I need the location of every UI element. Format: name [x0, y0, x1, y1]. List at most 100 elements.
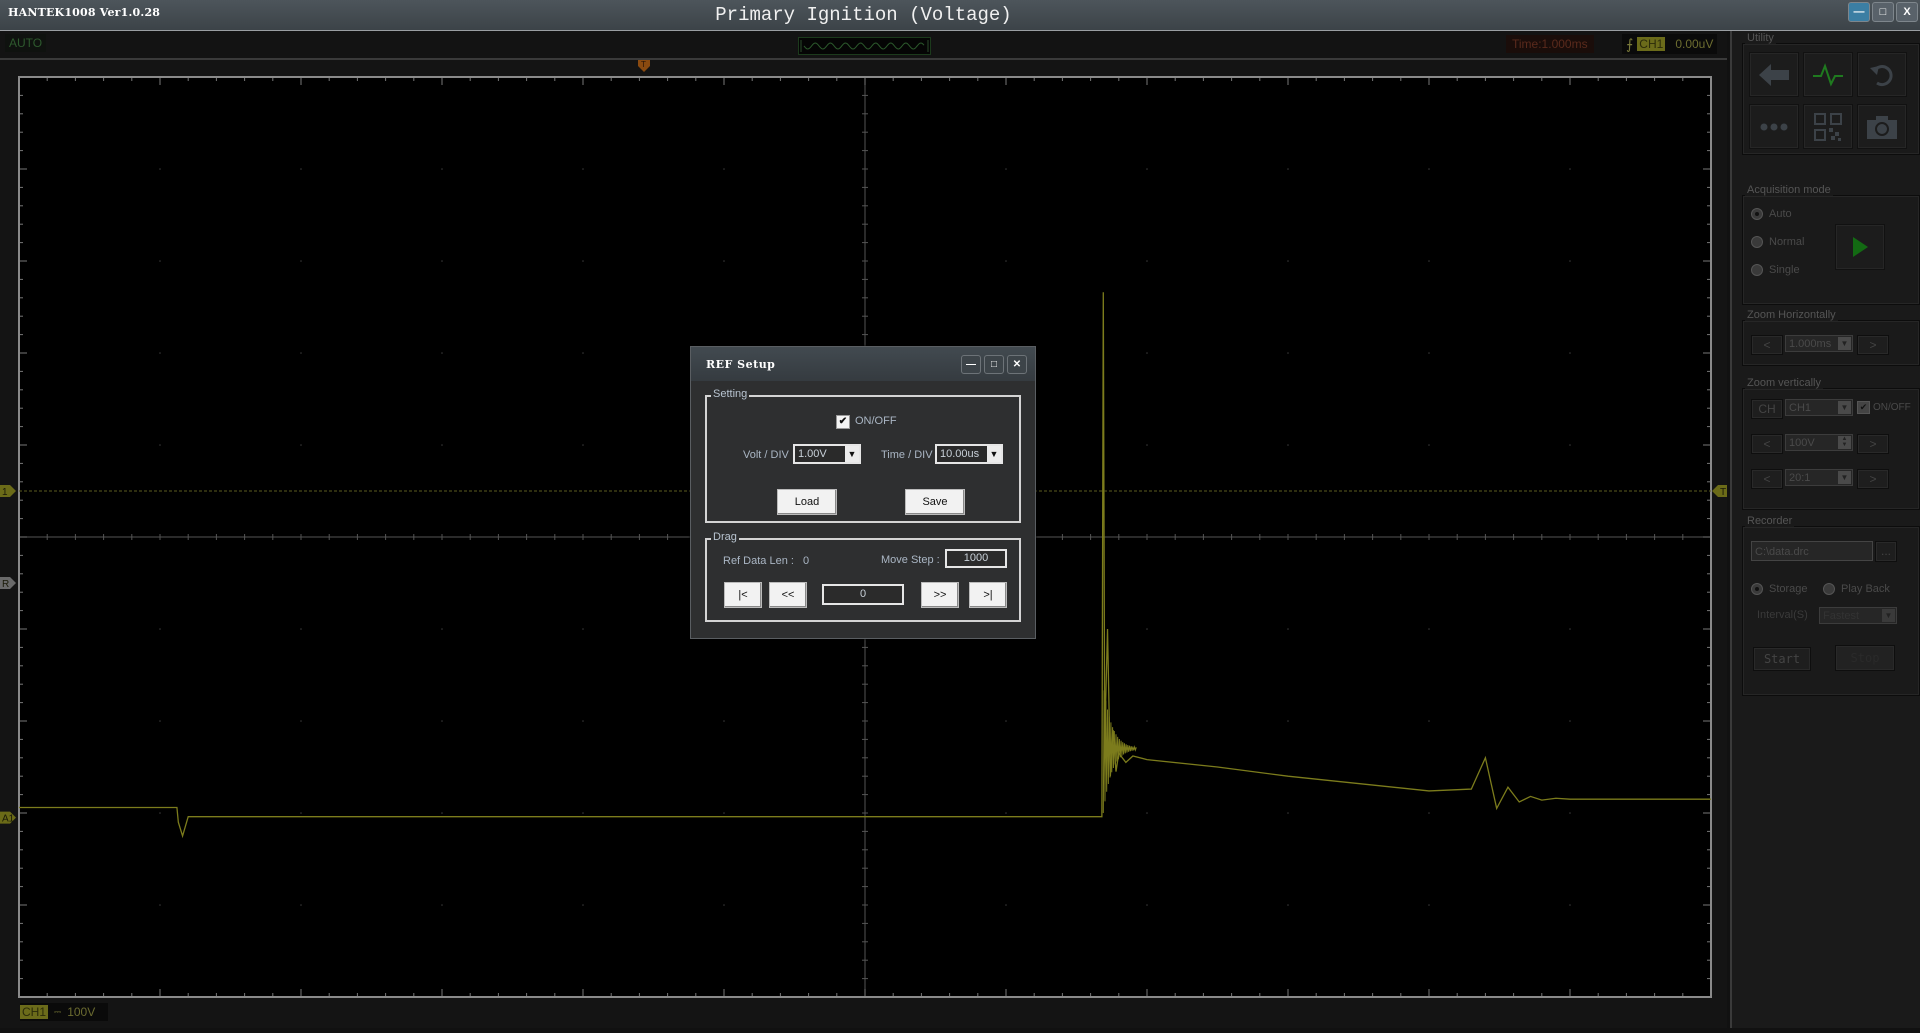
qr-code-icon: [1811, 112, 1845, 142]
waveform-button[interactable]: [1803, 52, 1853, 97]
next-button[interactable]: >>: [921, 582, 959, 608]
first-button[interactable]: |<: [724, 582, 762, 608]
grid-dot: [159, 352, 161, 354]
previous-button[interactable]: <<: [769, 582, 807, 608]
grid-dot: [1146, 720, 1148, 722]
record-start-button[interactable]: Start: [1753, 647, 1811, 671]
volts-increase-button[interactable]: >: [1857, 434, 1889, 454]
undo-button[interactable]: [1857, 52, 1907, 97]
grid-dot: [1005, 904, 1007, 906]
volts-per-div: 100V: [67, 1005, 95, 1019]
back-button[interactable]: [1749, 52, 1799, 97]
ref-setup-dialog: REF Setup — □ ✕ Setting ✔ ON/OFF Volt / …: [690, 346, 1036, 639]
grid-dot: [159, 812, 161, 814]
zoom-h-decrease-button[interactable]: <: [1751, 335, 1783, 355]
zoom-horizontal-title: Zoom Horizontally: [1745, 309, 1838, 321]
timebase-select[interactable]: 1.000ms▼: [1785, 335, 1853, 352]
load-button[interactable]: Load: [777, 489, 837, 515]
dialog-close-button[interactable]: ✕: [1007, 355, 1027, 374]
minimize-button[interactable]: —: [1848, 2, 1870, 22]
horizontal-position-indicator[interactable]: [798, 37, 931, 55]
radio-single[interactable]: [1751, 264, 1763, 276]
waveform-pulse-icon: [1811, 62, 1845, 88]
grid-dot: [1005, 168, 1007, 170]
ref-onoff-checkbox[interactable]: ✔: [836, 415, 850, 429]
browse-button[interactable]: ...: [1875, 541, 1897, 562]
trigger-position-marker: T: [638, 60, 650, 72]
radio-auto[interactable]: [1751, 208, 1763, 220]
volts-spinbox[interactable]: 100V▲▼: [1785, 434, 1853, 451]
grid-dot: [1428, 904, 1430, 906]
channel-button[interactable]: CH: [1751, 399, 1783, 419]
grid-dot: [300, 628, 302, 630]
zoom-h-increase-button[interactable]: >: [1857, 335, 1889, 355]
channel-onoff-toggle[interactable]: ✔ ON/OFF: [1857, 401, 1911, 414]
grid-dot: [1428, 444, 1430, 446]
acq-mode-single[interactable]: Single: [1751, 264, 1800, 276]
interval-label: Interval(S): [1757, 609, 1808, 621]
more-button[interactable]: [1749, 104, 1799, 149]
maximize-button[interactable]: □: [1872, 2, 1894, 22]
radio-storage[interactable]: [1751, 583, 1763, 595]
grid-dot: [1146, 628, 1148, 630]
run-button[interactable]: [1835, 224, 1885, 270]
ref-marker-label: R: [2, 579, 9, 590]
grid-dot: [723, 812, 725, 814]
grid-dot: [159, 904, 161, 906]
acq-mode-single-label: Single: [1769, 264, 1800, 276]
acq-mode-normal-label: Normal: [1769, 236, 1804, 248]
grid-dot: [582, 168, 584, 170]
dc-coupling-icon: ⎓: [54, 1007, 61, 1018]
acq-mode-auto[interactable]: Auto: [1751, 208, 1792, 220]
volt-div-value: 1.00V: [798, 448, 827, 460]
recorder-title: Recorder: [1745, 515, 1794, 527]
trigger-position-label: T: [641, 60, 646, 69]
screenshot-button[interactable]: [1857, 104, 1907, 149]
interval-select[interactable]: Fastest▼: [1819, 607, 1897, 624]
probe-ratio-select[interactable]: 20:1▼: [1785, 469, 1853, 486]
record-stop-button[interactable]: Stop: [1835, 645, 1895, 671]
utility-group: Utility: [1742, 43, 1920, 155]
grid-dot: [159, 168, 161, 170]
radio-playback[interactable]: [1823, 583, 1835, 595]
probe-increase-button[interactable]: >: [1857, 469, 1889, 489]
volts-decrease-button[interactable]: <: [1751, 434, 1783, 454]
grid-dot: [300, 260, 302, 262]
save-button[interactable]: Save: [905, 489, 965, 515]
probe-decrease-button[interactable]: <: [1751, 469, 1783, 489]
last-button[interactable]: >|: [969, 582, 1007, 608]
grid-dot: [723, 168, 725, 170]
grid-dot: [1428, 720, 1430, 722]
checkbox-checked-icon[interactable]: ✔: [1857, 401, 1870, 414]
dialog-title-bar[interactable]: REF Setup — □ ✕: [691, 347, 1035, 381]
radio-normal[interactable]: [1751, 236, 1763, 248]
dialog-maximize-button[interactable]: □: [984, 355, 1004, 374]
grid-dot: [441, 260, 443, 262]
grid-dot: [441, 720, 443, 722]
recorder-group: Recorder C:\data.drc ... Storage Play Ba…: [1742, 526, 1920, 696]
recorder-storage-option[interactable]: Storage: [1751, 583, 1808, 595]
close-button[interactable]: X: [1896, 2, 1918, 22]
acq-mode-normal[interactable]: Normal: [1751, 236, 1804, 248]
position-input[interactable]: 0: [822, 584, 904, 605]
dialog-window-controls: — □ ✕: [961, 355, 1027, 374]
recorder-playback-option[interactable]: Play Back: [1823, 583, 1890, 595]
chevron-down-icon: ▼: [1838, 401, 1851, 414]
rising-edge-icon: ⨍: [1626, 36, 1633, 53]
qr-code-button[interactable]: [1803, 104, 1853, 149]
ref-marker: R: [0, 577, 16, 590]
move-step-input[interactable]: 1000: [945, 549, 1007, 568]
time-div-select[interactable]: 10.00us▼: [935, 444, 1003, 464]
grid-dot: [1569, 260, 1571, 262]
chevron-down-icon: ▼: [987, 446, 1001, 462]
recorder-file-path[interactable]: C:\data.drc: [1751, 541, 1873, 561]
waveform-overview-icon: [799, 38, 930, 54]
channel-select[interactable]: CH1▼: [1785, 399, 1853, 416]
grid-dot: [582, 628, 584, 630]
grid-dot: [300, 444, 302, 446]
spinner-arrows-icon: ▲▼: [1838, 436, 1851, 449]
volt-div-select[interactable]: 1.00V▼: [793, 444, 861, 464]
grid-dot: [1005, 720, 1007, 722]
setting-legend: Setting: [711, 388, 749, 400]
dialog-minimize-button[interactable]: —: [961, 355, 981, 374]
